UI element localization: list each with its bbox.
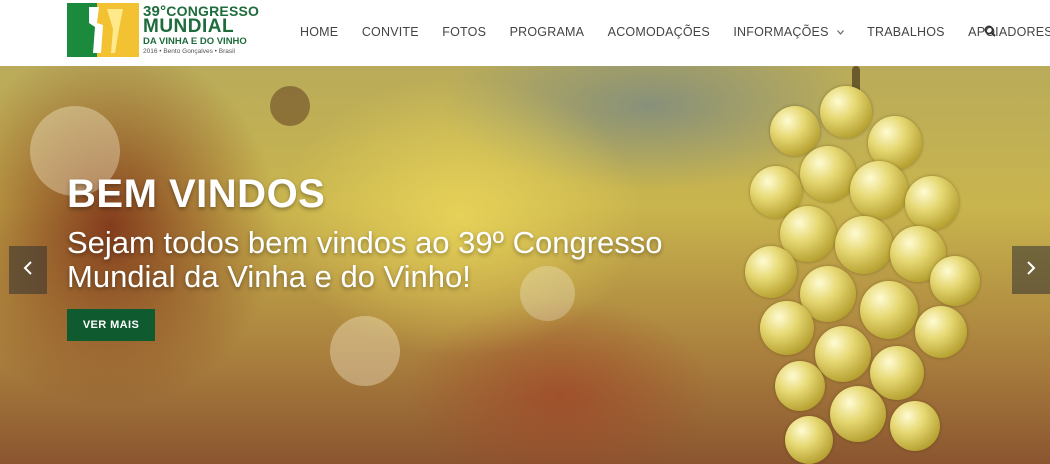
- nav-apoiadores[interactable]: APOIADORES: [968, 25, 1050, 39]
- nav-acomodacoes[interactable]: ACOMODAÇÕES: [608, 25, 710, 39]
- logo-text: 39°CONGRESSO MUNDIAL DA VINHA E DO VINHO…: [143, 3, 259, 57]
- nav-home[interactable]: HOME: [300, 25, 338, 39]
- chevron-left-icon: [23, 260, 33, 281]
- bokeh-decoration: [330, 316, 400, 386]
- chevron-right-icon: [1026, 260, 1036, 281]
- bokeh-decoration: [270, 86, 310, 126]
- ver-mais-button[interactable]: VER MAIS: [67, 309, 155, 341]
- nav-trabalhos[interactable]: TRABALHOS: [867, 25, 945, 39]
- hero-title: BEM VINDOS: [67, 172, 326, 216]
- nav-informacoes[interactable]: INFORMAÇÕES: [733, 25, 844, 39]
- logo-mark-icon: [67, 3, 139, 57]
- logo-line2: MUNDIAL: [143, 16, 235, 37]
- main-nav: HOME CONVITE FOTOS PROGRAMA ACOMODAÇÕES …: [300, 22, 1050, 42]
- hero-subtitle: Sejam todos bem vindos ao 39º Congresso …: [67, 225, 663, 294]
- logo-line4: 2016 • Bento Gonçalves • Brasil: [143, 48, 235, 55]
- nav-convite[interactable]: CONVITE: [362, 25, 419, 39]
- logo-line3: DA VINHA E DO VINHO: [143, 36, 247, 47]
- slider-prev-button[interactable]: [9, 246, 47, 294]
- slider-next-button[interactable]: [1012, 246, 1050, 294]
- nav-fotos[interactable]: FOTOS: [442, 25, 486, 39]
- site-header: 39°CONGRESSO MUNDIAL DA VINHA E DO VINHO…: [0, 0, 1050, 66]
- nav-programa[interactable]: PROGRAMA: [510, 25, 585, 39]
- search-icon[interactable]: [984, 24, 996, 37]
- congress-logo[interactable]: 39°CONGRESSO MUNDIAL DA VINHA E DO VINHO…: [67, 3, 259, 57]
- chevron-down-icon: [836, 27, 844, 37]
- hero-slider: BEM VINDOS Sejam todos bem vindos ao 39º…: [0, 66, 1050, 464]
- nav-informacoes-label: INFORMAÇÕES: [733, 25, 829, 39]
